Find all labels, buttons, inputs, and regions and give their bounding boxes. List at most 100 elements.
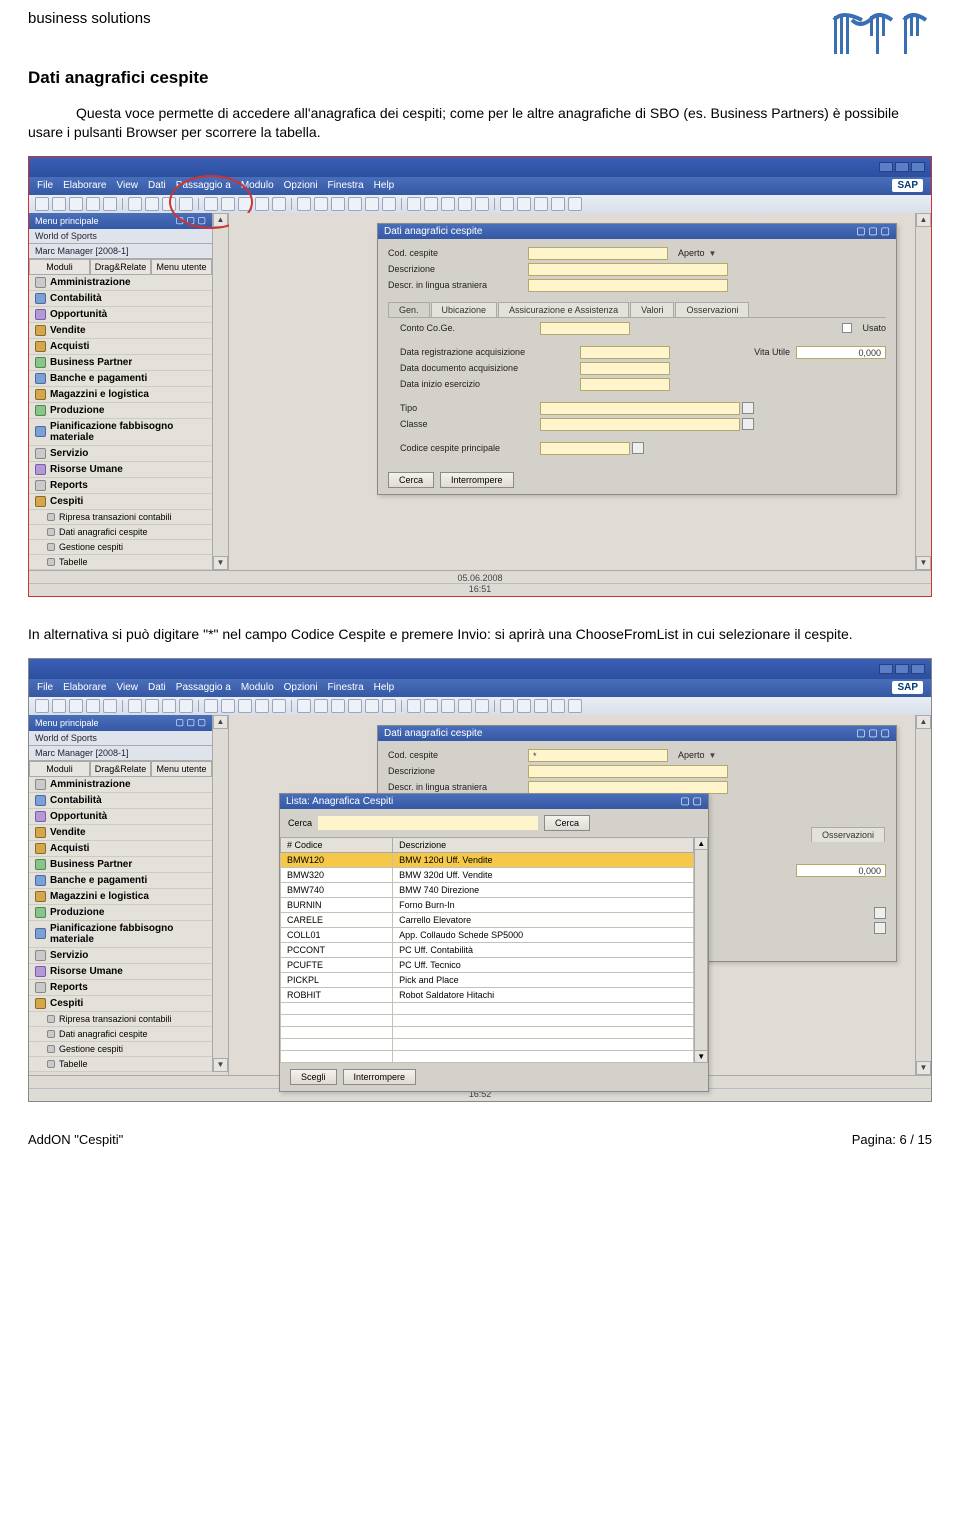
module-item[interactable]: Banche e pagamenti [29,371,212,387]
toolbar-button[interactable] [365,197,379,211]
toolbar-button[interactable] [441,197,455,211]
table-row[interactable]: BURNINForno Burn-In [281,897,694,912]
module-item[interactable]: Servizio [29,948,212,964]
toolbar-button[interactable] [517,699,531,713]
toolbar-button[interactable] [500,197,514,211]
table-row[interactable]: ROBHITRobot Saldatore Hitachi [281,987,694,1002]
menu-dati[interactable]: Dati [148,180,166,191]
scroll-down-icon[interactable]: ▼ [213,556,228,570]
col-code[interactable]: # Codice [281,837,393,852]
sidebar-scrollbar[interactable]: ▲ ▼ [212,715,228,1072]
tscroll-down-icon[interactable]: ▼ [695,1050,707,1062]
table-row[interactable]: BMW320BMW 320d Uff. Vendite [281,867,694,882]
main-scroll-down-icon[interactable]: ▼ [916,1061,931,1075]
dropdown-icon[interactable]: ▼ [709,751,717,760]
table-row[interactable]: PCCONTPC Uff. Contabilità [281,942,694,957]
input-data-reg[interactable] [580,346,670,359]
module-item[interactable]: Reports [29,478,212,494]
sidebar-tab-0[interactable]: Moduli [29,259,90,274]
sidebar-tab-2[interactable]: Menu utente [151,761,212,776]
menu-file[interactable]: File [37,682,53,693]
win-min-icon[interactable] [879,162,893,172]
toolbar-button[interactable] [534,197,548,211]
input-desc[interactable] [528,263,728,276]
lookup-icon-visible-2[interactable] [874,922,886,934]
module-item[interactable]: Acquisti [29,339,212,355]
dropdown-icon[interactable]: ▼ [709,249,717,258]
sidebar-tab-1[interactable]: Drag&Relate [90,259,151,274]
toolbar-button[interactable] [424,699,438,713]
submenu-item[interactable]: Dati anagrafici cespite [29,1027,212,1042]
toolbar-button[interactable] [162,197,176,211]
module-item[interactable]: Risorse Umane [29,964,212,980]
toolbar-button[interactable] [103,197,117,211]
module-item[interactable]: Business Partner [29,355,212,371]
menu-passaggio-a[interactable]: Passaggio a [176,682,231,693]
toolbar-button[interactable] [204,699,218,713]
form-tab-2[interactable]: Assicurazione e Assistenza [498,302,629,317]
input-cod[interactable] [528,247,668,260]
menu-modulo[interactable]: Modulo [241,682,274,693]
menu-modulo[interactable]: Modulo [241,180,274,191]
search-button[interactable]: Cerca [544,815,590,831]
toolbar-button[interactable] [297,699,311,713]
sidebar-tab-0[interactable]: Moduli [29,761,90,776]
menu-finestra[interactable]: Finestra [328,682,364,693]
input-classe[interactable] [540,418,740,431]
input-desc-lang[interactable] [528,279,728,292]
menu-dati[interactable]: Dati [148,682,166,693]
toolbar-button[interactable] [534,699,548,713]
toolbar-button[interactable] [297,197,311,211]
menu-elaborare[interactable]: Elaborare [63,682,106,693]
menu-help[interactable]: Help [374,682,395,693]
table-row[interactable]: PCUFTEPC Uff. Tecnico [281,957,694,972]
toolbar-button[interactable] [272,197,286,211]
menu-passaggio-a[interactable]: Passaggio a [176,180,231,191]
toolbar-button[interactable] [86,197,100,211]
toolbar-button[interactable] [551,197,565,211]
scroll-up-icon[interactable]: ▲ [213,715,228,729]
module-item[interactable]: Vendite [29,825,212,841]
menu-view[interactable]: View [116,180,138,191]
toolbar-button[interactable] [568,699,582,713]
toolbar-button[interactable] [145,197,159,211]
win-max-icon[interactable] [895,664,909,674]
module-item[interactable]: Pianificazione fabbisogno materiale [29,921,212,948]
toolbar-button[interactable] [179,699,193,713]
module-item[interactable]: Amministrazione [29,777,212,793]
form-tab-4[interactable]: Osservazioni [675,302,749,317]
table-row[interactable]: PICKPLPick and Place [281,972,694,987]
choose-button[interactable]: Scegli [290,1069,337,1085]
tab-osservazioni-visible[interactable]: Osservazioni [811,827,885,842]
module-item[interactable]: Produzione [29,403,212,419]
cancel-button[interactable]: Interrompere [440,472,514,488]
module-item[interactable]: Amministrazione [29,275,212,291]
module-item[interactable]: Acquisti [29,841,212,857]
menu-help[interactable]: Help [374,180,395,191]
input-desc[interactable] [528,765,728,778]
module-item[interactable]: Pianificazione fabbisogno materiale [29,419,212,446]
toolbar-button[interactable] [272,699,286,713]
submenu-item[interactable]: Tabelle [29,555,212,570]
toolbar-button[interactable] [69,699,83,713]
toolbar-button[interactable] [441,699,455,713]
toolbar-button[interactable] [500,699,514,713]
toolbar-button[interactable] [517,197,531,211]
checkbox-usato[interactable] [842,323,852,333]
toolbar-button[interactable] [382,699,396,713]
module-item[interactable]: Business Partner [29,857,212,873]
submenu-item[interactable]: Dati anagrafici cespite [29,525,212,540]
module-item[interactable]: Reports [29,980,212,996]
module-item[interactable]: Produzione [29,905,212,921]
toolbar-button[interactable] [221,699,235,713]
tipo-lookup-icon[interactable] [742,402,754,414]
module-item[interactable]: Risorse Umane [29,462,212,478]
lookup-icon-visible-1[interactable] [874,907,886,919]
toolbar-button[interactable] [179,197,193,211]
module-item[interactable]: Opportunità [29,809,212,825]
win-max-icon[interactable] [895,162,909,172]
menu-file[interactable]: File [37,180,53,191]
menu-finestra[interactable]: Finestra [328,180,364,191]
toolbar-button[interactable] [331,699,345,713]
toolbar-button[interactable] [255,197,269,211]
